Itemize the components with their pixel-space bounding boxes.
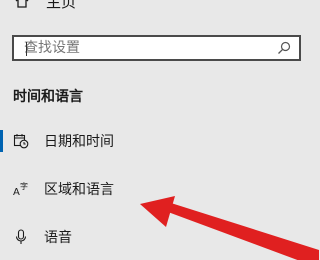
- home-nav-item[interactable]: 主页: [14, 0, 76, 12]
- microphone-icon: [13, 229, 29, 245]
- sidebar-item-label: 语音: [44, 230, 72, 246]
- search-input[interactable]: [14, 37, 273, 59]
- language-icon: A 字: [13, 181, 29, 197]
- home-label: 主页: [46, 0, 77, 11]
- home-icon: [14, 0, 30, 9]
- sidebar-item-region-language[interactable]: A 字 区域和语言: [0, 174, 300, 204]
- sidebar-item-speech[interactable]: 语音: [0, 222, 300, 252]
- sidebar-item-date-time[interactable]: 日期和时间: [0, 126, 300, 156]
- calendar-clock-icon: [13, 133, 29, 149]
- sidebar-item-label: 区域和语言: [44, 182, 114, 198]
- selected-indicator: [0, 130, 3, 152]
- text-caret: [26, 42, 27, 56]
- sidebar-item-label: 日期和时间: [44, 134, 114, 150]
- section-title: 时间和语言: [13, 89, 83, 105]
- svg-text:A: A: [13, 187, 20, 197]
- svg-text:字: 字: [20, 181, 28, 191]
- search-icon[interactable]: [273, 37, 295, 59]
- search-box[interactable]: [12, 35, 301, 61]
